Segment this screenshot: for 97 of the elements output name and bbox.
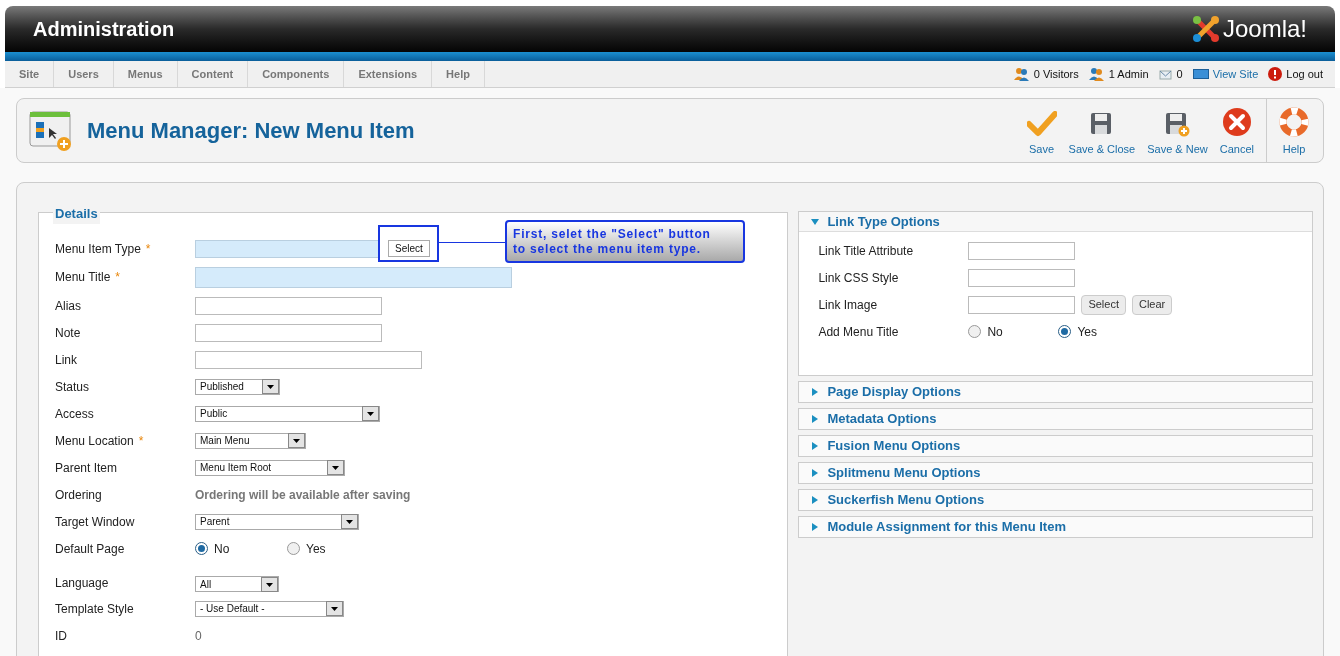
field-label: Link Image — [818, 296, 879, 314]
monitor-icon — [1192, 68, 1209, 80]
panel-header[interactable]: Metadata Options — [799, 409, 1312, 429]
radio-button[interactable] — [968, 325, 982, 338]
radio-label: No — [214, 540, 230, 558]
status-item: 0 — [1176, 66, 1183, 82]
panel-header[interactable]: Fusion Menu Options — [799, 436, 1312, 456]
lifebuoy-icon — [1279, 107, 1309, 137]
radio-button[interactable] — [195, 542, 208, 555]
logo-icon — [1190, 14, 1221, 44]
text-field[interactable] — [195, 350, 422, 369]
field-label: Menu Item Type — [55, 240, 141, 258]
field-label: Add Menu Title — [818, 323, 900, 341]
close-icon — [1221, 107, 1252, 137]
text-field[interactable] — [195, 323, 382, 342]
callout-text: First, selet the "Select" button — [513, 226, 712, 242]
toolbar-button[interactable]: Cancel — [1213, 103, 1260, 158]
text-field[interactable] — [968, 268, 1076, 287]
toolbar-button[interactable]: Save & New — [1141, 103, 1214, 158]
status-item[interactable]: Log out — [1286, 65, 1323, 83]
dropdown[interactable]: All — [195, 576, 279, 592]
field-label: Language — [55, 575, 109, 592]
caret-right-icon — [811, 469, 820, 477]
panel-header[interactable]: Splitmenu Menu Options — [799, 463, 1312, 483]
text-field[interactable] — [195, 266, 512, 288]
logo-text: Joomla! — [1222, 14, 1307, 44]
radio-label: No — [987, 323, 1003, 341]
dropdown[interactable]: Menu Item Root — [195, 459, 345, 476]
checkmark-icon — [1026, 111, 1057, 137]
caret-right-icon — [811, 388, 820, 396]
required-mark: * — [115, 269, 121, 286]
panel-header[interactable]: Page Display Options — [799, 382, 1312, 402]
field-label: Default Page — [55, 540, 125, 558]
field-label: Status — [55, 378, 90, 396]
field-label: Ordering — [55, 486, 102, 504]
caret-right-icon — [811, 415, 820, 423]
alert-icon — [1268, 67, 1283, 81]
callout-text: to select the menu item type. — [513, 241, 702, 257]
radio-label: Yes — [1077, 323, 1097, 341]
menu-tab[interactable]: Components — [248, 61, 345, 87]
field-label: Link CSS Style — [818, 269, 900, 287]
caret-right-icon — [811, 442, 820, 450]
page-title: Menu Manager: New Menu Item — [87, 117, 415, 145]
highlight-frame — [378, 225, 439, 262]
field-label: Note — [55, 324, 81, 342]
field-label: Target Window — [55, 513, 135, 531]
dropdown[interactable]: - Use Default - — [195, 600, 344, 617]
field-label: Access — [55, 405, 94, 423]
radio-button[interactable] — [1058, 325, 1072, 338]
menu-tab[interactable]: Extensions — [344, 61, 433, 87]
field-label: Template Style — [55, 600, 134, 618]
toolbar-button[interactable]: Save — [1020, 103, 1063, 158]
menu-manager-icon — [29, 109, 73, 152]
status-item[interactable]: View Site — [1212, 65, 1259, 83]
caret-right-icon — [811, 523, 820, 531]
field-label: Link Title Attribute — [818, 242, 915, 260]
text-field[interactable] — [195, 239, 380, 258]
field-label: Menu Location — [55, 432, 134, 450]
panel-header[interactable]: Module Assignment for this Menu Item — [799, 517, 1312, 537]
field-label: Link — [55, 351, 77, 369]
toolbar-button[interactable]: Help — [1273, 103, 1315, 158]
id-value: 0 — [195, 627, 202, 645]
field-label: Alias — [55, 297, 81, 315]
dropdown[interactable]: Public — [195, 405, 380, 422]
menu-tab[interactable]: Users — [54, 61, 114, 87]
status-item: 1 Admin — [1108, 66, 1149, 82]
floppy-plus-icon — [1164, 111, 1191, 137]
mail-icon — [1158, 68, 1173, 80]
field-label: ID — [55, 627, 67, 645]
toolbar-button[interactable]: Save & Close — [1062, 103, 1142, 158]
caret-down-icon — [811, 217, 820, 226]
select-button[interactable]: Select — [388, 240, 430, 257]
menu-tab[interactable]: Content — [177, 61, 249, 87]
required-mark: * — [145, 240, 151, 258]
radio-label: Yes — [306, 540, 326, 558]
radio-button[interactable] — [287, 542, 300, 555]
menu-tab[interactable]: Menus — [113, 61, 178, 87]
menu-tab[interactable]: Help — [432, 61, 485, 87]
users-icon — [1088, 67, 1105, 81]
field-label: Parent Item — [55, 459, 118, 477]
status-item: 0 Visitors — [1033, 66, 1079, 82]
required-mark: * — [138, 432, 144, 450]
dropdown[interactable]: Parent — [195, 513, 359, 530]
users-icon — [1013, 67, 1030, 81]
field-label: Menu Title — [55, 269, 111, 286]
panel-header[interactable]: Suckerfish Menu Options — [799, 490, 1312, 510]
text-field[interactable] — [968, 241, 1076, 260]
panel-button[interactable]: Select — [1081, 294, 1126, 315]
text-field[interactable] — [968, 295, 1076, 314]
ordering-note: Ordering will be available after saving — [195, 486, 411, 504]
panel-button[interactable]: Clear — [1132, 294, 1173, 315]
text-field[interactable] — [195, 296, 382, 315]
dropdown[interactable]: Main Menu — [195, 432, 306, 449]
admin-title: Administration — [33, 17, 175, 42]
menu-tab[interactable]: Site — [5, 61, 55, 87]
caret-right-icon — [811, 496, 820, 504]
dropdown[interactable]: Published — [195, 378, 280, 395]
